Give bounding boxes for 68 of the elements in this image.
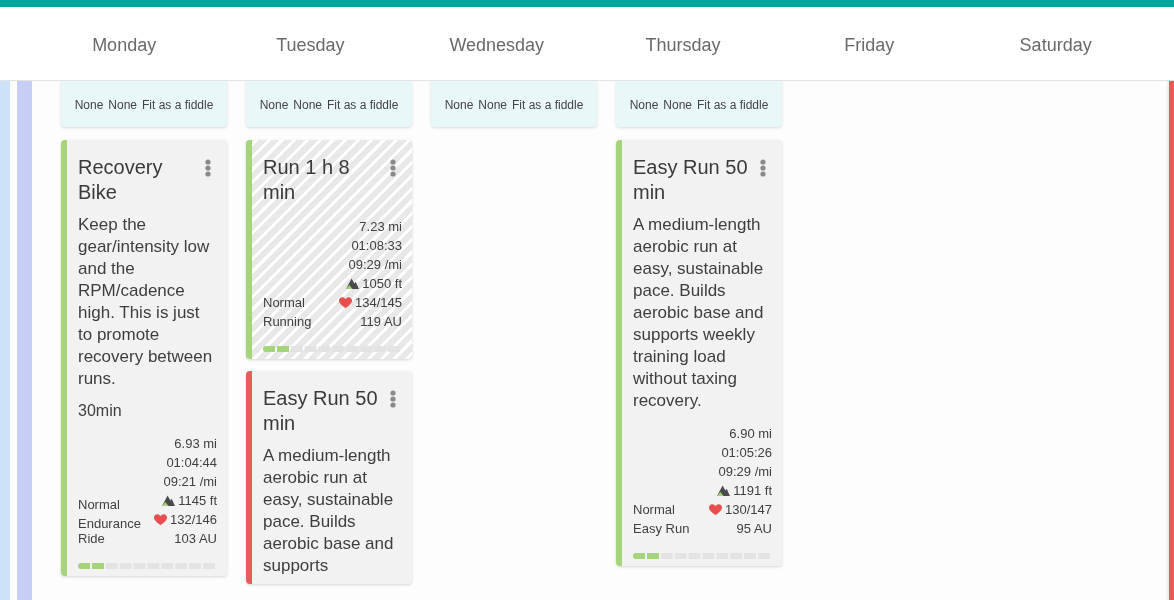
mountain-icon — [162, 494, 176, 506]
elevation-value: 1050 ft — [362, 274, 402, 293]
duration-value: 01:05:26 — [721, 443, 772, 462]
day-label: Tuesday — [276, 35, 345, 55]
wellness-value: None — [108, 98, 137, 112]
day-label: Monday — [92, 35, 157, 55]
workout-card[interactable] — [616, 139, 782, 566]
heart-rate-value: 134/145 — [355, 293, 402, 312]
workout-label: Running — [263, 313, 313, 329]
wellness-card[interactable]: None None Fit as a fiddle — [246, 81, 412, 127]
workout-title: Run 1 h 8 min — [263, 154, 351, 205]
heart-rate-value: 132/146 — [170, 510, 217, 529]
wellness-value: Fit as a fiddle — [697, 98, 769, 112]
load-value: 119 AU — [360, 312, 402, 331]
heart-icon — [709, 503, 722, 515]
wellness-value: Fit as a fiddle — [327, 98, 399, 112]
mountain-icon — [346, 277, 360, 289]
wellness-value: None — [629, 98, 659, 112]
load-value: 103 AU — [174, 529, 217, 548]
workout-label: Normal — [78, 496, 121, 512]
wellness-card[interactable]: None None Fit as a fiddle — [616, 81, 782, 127]
heart-icon — [339, 296, 352, 308]
day-label: Thursday — [645, 35, 721, 55]
duration-value: 01:04:44 — [166, 453, 217, 472]
duration-text: 30min — [78, 400, 123, 421]
wellness-value: Fit as a fiddle — [512, 98, 584, 112]
wellness-value: None — [444, 98, 474, 112]
wellness-value: None — [293, 98, 322, 112]
workout-description: Keep the gear/intensity low and the RPM/cadence high. This is just to promote recovery between runs. — [78, 213, 214, 390]
wellness-value: Fit as a fiddle — [142, 98, 214, 112]
mountain-icon — [717, 484, 731, 496]
more-icon[interactable] — [760, 158, 766, 177]
pace-value: 09:29 /mi — [348, 255, 402, 274]
pace-value: 09:29 /mi — [718, 462, 772, 481]
distance-value: 7.23 mi — [359, 217, 402, 236]
workout-title: Easy Run 50 min — [263, 386, 379, 436]
wellness-value: None — [259, 98, 289, 112]
load-value: 95 AU — [736, 519, 772, 538]
day-label: Friday — [844, 35, 895, 55]
heart-icon — [154, 513, 167, 525]
distance-value: 6.93 mi — [174, 434, 217, 453]
day-label: Saturday — [1019, 35, 1092, 55]
pace-value: 09:21 /mi — [163, 472, 217, 491]
wellness-value: None — [663, 98, 692, 112]
wellness-card[interactable]: None None Fit as a fiddle — [61, 81, 227, 127]
wellness-value: None — [478, 98, 507, 112]
workout-label: Normal — [633, 501, 676, 517]
duration-value: 01:08:33 — [351, 236, 402, 255]
workout-card[interactable]: Recovery Bike Keep the gear/intensity low and the RPM/cadence high. This is just to promote recovery between runs. 30min Normal Endurance Ride 6.93 mi 01:04:44 09:21 /mi 1145 ft 132/146 103 AU — [61, 139, 227, 576]
distance-value: 6.90 mi — [729, 424, 772, 443]
day-label: Wednesday — [449, 35, 545, 55]
more-icon[interactable] — [390, 390, 396, 408]
elevation-value: 1191 ft — [733, 481, 772, 500]
workout-card[interactable]: Easy Run 50 min A medium-length aerobic run at easy, sustainable pace. Builds aerobic base and supports — [246, 371, 412, 584]
workout-card[interactable]: Run 1 h 8 min Normal Running 7.23 mi 01:08:33 09:29 /mi 1050 ft 134/145 119 AU — [246, 139, 412, 359]
more-icon[interactable] — [205, 158, 211, 177]
wellness-card[interactable]: None None Fit as a fiddle — [431, 81, 597, 127]
workout-description: A medium-length aerobic run at easy, sustainable pace. Builds aerobic base and supports — [263, 445, 395, 577]
workout-label: Easy Run — [633, 520, 691, 536]
workout-title: Recovery Bike — [78, 154, 164, 205]
workout-title: Easy Run 50 min — [633, 154, 749, 205]
workout-label: Endurance Ride — [78, 515, 142, 546]
heart-rate-value: 130/147 — [725, 500, 772, 519]
workout-description: A medium-length aerobic run at easy, sustainable pace. Builds aerobic base and supports weekly training load without taxing recovery. — [633, 213, 765, 412]
wellness-value: None — [74, 98, 104, 112]
workout-label: Normal — [263, 294, 306, 310]
more-icon[interactable] — [390, 158, 396, 177]
elevation-value: 1145 ft — [178, 491, 217, 510]
